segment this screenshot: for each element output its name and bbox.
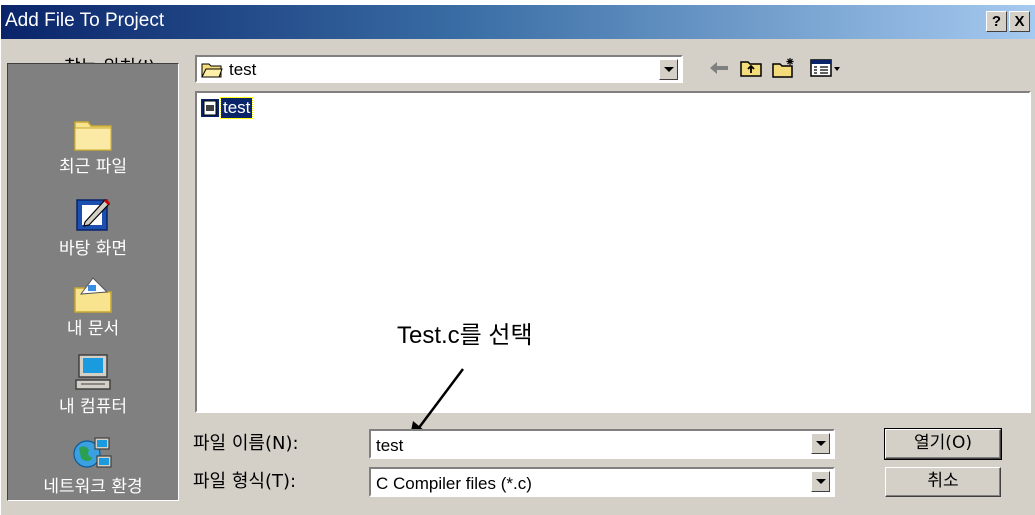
recent-files-folder-icon (74, 121, 112, 151)
places-bar: 최근 파일 바탕 화면 내 문서 내 컴퓨터 네트워크 환경 (7, 63, 179, 501)
file-icon (201, 99, 219, 117)
filetype-dropdown-button[interactable] (811, 471, 830, 492)
annotation-text: Test.c를 선택 (397, 322, 533, 349)
place-label: 내 문서 (66, 319, 120, 339)
lookin-combo[interactable]: test (195, 55, 683, 83)
network-icon (73, 437, 112, 468)
filename-dropdown-button[interactable] (811, 433, 830, 454)
my-documents-icon (74, 277, 112, 313)
file-name: test (219, 97, 254, 119)
place-label: 최근 파일 (59, 157, 127, 177)
filetype-combo[interactable]: C Compiler files (*.c) (369, 467, 835, 497)
place-desktop[interactable]: 바탕 화면 (8, 194, 178, 274)
help-button[interactable]: ? (986, 11, 1007, 32)
my-computer-icon (75, 354, 111, 390)
title-bar[interactable]: Add File To Project ? X (1, 5, 1035, 39)
view-menu-icon[interactable] (809, 57, 843, 79)
place-my-computer[interactable]: 내 컴퓨터 (8, 352, 178, 432)
new-folder-icon[interactable] (771, 57, 797, 79)
open-button[interactable]: 열기(O) (884, 428, 1002, 460)
folder-open-icon (201, 63, 223, 78)
list-item[interactable]: test (201, 96, 254, 120)
filename-input[interactable]: test (376, 435, 403, 457)
filename-label: 파일 이름(N): (193, 433, 299, 454)
place-label: 네트워크 환경 (43, 477, 143, 497)
add-file-dialog: Add File To Project ? X 찾는 위치(I): test (0, 4, 1035, 515)
up-folder-icon[interactable] (739, 57, 763, 79)
cancel-button[interactable]: 취소 (885, 467, 1001, 497)
desktop-icon (76, 198, 111, 231)
place-recent-files[interactable]: 최근 파일 (8, 112, 178, 192)
window-title: Add File To Project (5, 10, 165, 31)
filename-combo[interactable]: test (369, 429, 835, 459)
place-my-documents[interactable]: 내 문서 (8, 274, 178, 354)
back-arrow-icon[interactable] (707, 57, 731, 79)
filetype-label: 파일 형식(T): (193, 471, 297, 492)
place-label: 바탕 화면 (59, 239, 127, 259)
file-list[interactable]: test (195, 91, 1031, 413)
place-label: 내 컴퓨터 (59, 397, 127, 417)
filetype-value: C Compiler files (*.c) (376, 474, 532, 493)
lookin-dropdown-button[interactable] (659, 59, 678, 80)
lookin-value: test (229, 60, 257, 79)
close-button[interactable]: X (1009, 11, 1030, 32)
place-network[interactable]: 네트워크 환경 (8, 432, 178, 512)
